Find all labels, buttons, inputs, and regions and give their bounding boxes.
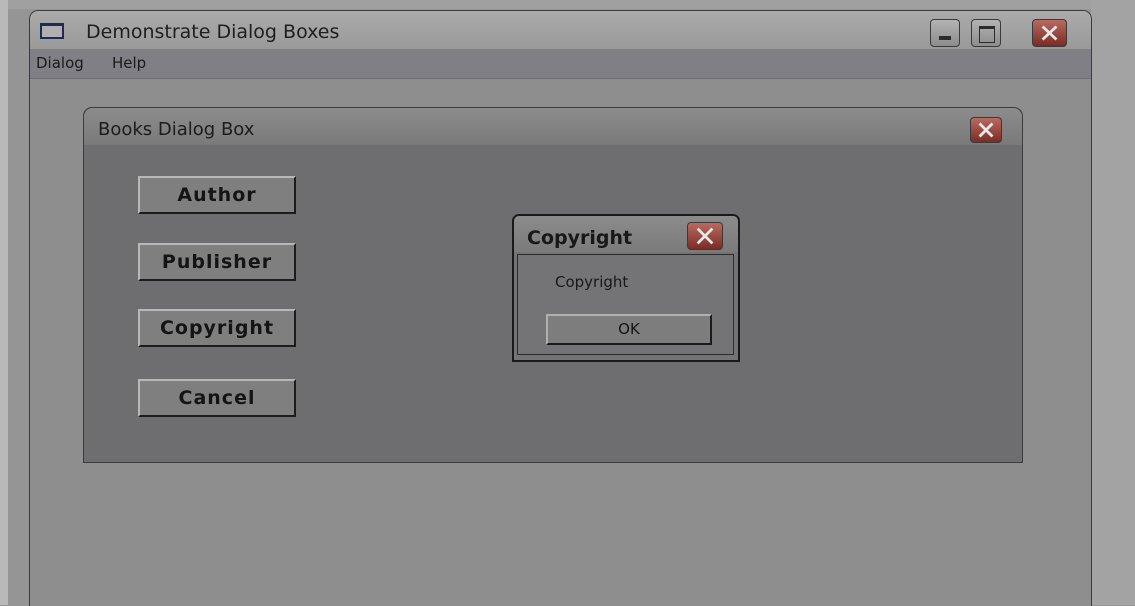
menu-help[interactable]: Help: [112, 54, 146, 72]
window-icon: [40, 23, 64, 39]
close-icon: [978, 122, 994, 138]
background-text-strip: _________________________________: [8, 0, 1091, 9]
main-titlebar[interactable]: Demonstrate Dialog Boxes: [30, 11, 1091, 49]
books-dialog: Books Dialog Box Author Publisher Copyri…: [83, 107, 1023, 463]
close-button[interactable]: [1032, 19, 1067, 47]
publisher-button[interactable]: Publisher: [138, 243, 296, 281]
cancel-button[interactable]: Cancel: [138, 379, 296, 417]
copyright-dialog-close-button[interactable]: [687, 222, 723, 250]
copyright-message: Copyright: [555, 273, 629, 291]
author-button[interactable]: Author: [138, 176, 296, 214]
minimize-button[interactable]: [930, 19, 960, 47]
close-icon: [1041, 25, 1058, 41]
ok-button[interactable]: OK: [546, 314, 712, 345]
copyright-dialog-body: Copyright OK: [517, 254, 734, 355]
window-title: Demonstrate Dialog Boxes: [86, 21, 340, 43]
menu-bar: Dialog Help: [30, 49, 1091, 79]
desktop-left-edge: [0, 0, 8, 605]
main-window: Demonstrate Dialog Boxes Dialog Help Boo…: [29, 10, 1092, 606]
books-dialog-close-button[interactable]: [970, 117, 1002, 143]
close-icon: [696, 227, 714, 245]
copyright-button[interactable]: Copyright: [138, 309, 296, 347]
books-dialog-titlebar[interactable]: Books Dialog Box: [84, 108, 1022, 145]
copyright-dialog: Copyright Copyright OK: [512, 214, 740, 362]
desktop-right-edge: [1091, 0, 1135, 605]
copyright-dialog-titlebar[interactable]: Copyright: [514, 216, 738, 252]
maximize-button[interactable]: [971, 19, 1001, 47]
books-dialog-title: Books Dialog Box: [98, 119, 255, 140]
copyright-dialog-title: Copyright: [527, 227, 633, 249]
menu-dialog[interactable]: Dialog: [36, 54, 84, 72]
